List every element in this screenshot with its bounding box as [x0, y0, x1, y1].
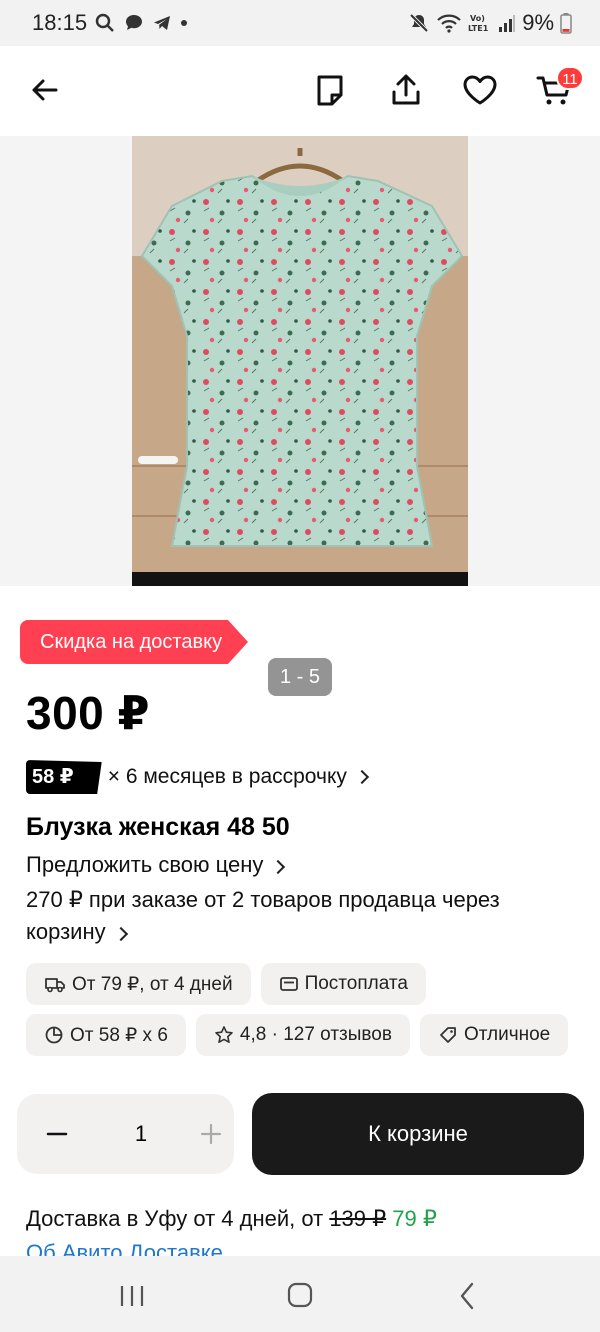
share-icon[interactable] [386, 70, 426, 110]
info-chips-row-1: От 79 ₽, от 4 дней Постоплата [26, 963, 586, 1005]
product-title: Блузка женская 48 50 [26, 813, 290, 841]
discount-tag: Скидка на доставку [20, 620, 248, 664]
product-photo[interactable] [132, 136, 468, 586]
chat-bubble-icon [126, 15, 142, 30]
battery-icon [560, 13, 572, 34]
rating-chip[interactable]: 4,8 · 127 отзывов [195, 1014, 410, 1056]
postpay-chip[interactable]: Постоплата [260, 963, 426, 1005]
system-nav-bar [0, 1256, 600, 1332]
offer-price-label: Предложить свою цену [26, 852, 264, 877]
status-bar: 18:15 Vo) LTE1 9% [0, 0, 600, 46]
svg-text:Vo): Vo) [470, 14, 485, 23]
delivery-chip[interactable]: От 79 ₽, от 4 дней [26, 963, 251, 1005]
delivery-text: Доставка в Уфу от 4 дней, от [26, 1206, 324, 1231]
app-bar [0, 46, 600, 136]
delivery-new-price: 79 ₽ [392, 1206, 437, 1231]
search-icon [95, 13, 114, 32]
avito-watermark: Avito [380, 686, 432, 708]
cart-count-badge: 11 [556, 66, 584, 90]
telegram-icon [154, 16, 170, 30]
volte-lte-icon: Vo)LTE1 [468, 14, 489, 33]
status-time: 18:15 [32, 10, 88, 35]
star-icon [215, 1026, 233, 1043]
chevron-right-icon [354, 769, 369, 785]
blouse-illustration [132, 136, 468, 586]
rating-chip-label: 4,8 · 127 отзывов [239, 1024, 392, 1045]
installment-chip-label: От 58 ₽ x 6 [70, 1024, 168, 1046]
battery-percent: 9% [522, 10, 554, 35]
installment-clock-icon [45, 1026, 63, 1044]
quantity-stepper: 1 [17, 1094, 234, 1174]
signal-icon [499, 15, 516, 32]
recent-apps-icon[interactable] [112, 1278, 152, 1314]
delivery-chip-label: От 79 ₽, от 4 дней [72, 973, 233, 995]
info-chips-row-2: От 58 ₽ x 6 4,8 · 127 отзывов Отличное [26, 1014, 586, 1056]
heart-icon[interactable] [460, 70, 500, 110]
condition-chip-label: Отличное [463, 1024, 551, 1045]
postpay-chip-label: Постоплата [304, 973, 408, 994]
arrow-back-icon[interactable] [24, 70, 64, 110]
back-nav-icon[interactable] [448, 1278, 488, 1314]
bulk-text-line1: 270 ₽ при заказе от 2 товаров продавца ч… [26, 887, 500, 912]
quantity-value: 1 [134, 1121, 148, 1146]
delivery-old-price: 139 ₽ [329, 1206, 387, 1231]
offer-price-link[interactable]: Предложить свою цену [26, 852, 286, 878]
wallet-icon [279, 977, 298, 991]
chevron-right-icon [113, 926, 128, 942]
product-price: 300 ₽ [26, 687, 151, 739]
delivery-info: Доставка в Уфу от 4 дней, от 139 ₽ 79 ₽ [26, 1206, 437, 1232]
installment-amount: 58 ₽ [26, 760, 102, 794]
installment-chip[interactable]: От 58 ₽ x 6 [26, 1014, 186, 1056]
add-to-cart-button[interactable]: К корзине [252, 1093, 584, 1175]
installment-text: × 6 месяцев в рассрочку [107, 765, 347, 788]
product-gallery[interactable]: 1 - 5 Avito [0, 136, 600, 708]
minus-icon[interactable] [45, 1122, 69, 1146]
bulk-discount-link[interactable]: 270 ₽ при заказе от 2 товаров продавца ч… [26, 884, 574, 948]
svg-text:LTE1: LTE1 [468, 24, 489, 33]
condition-chip[interactable]: Отличное [419, 1014, 569, 1056]
wifi-icon [437, 14, 461, 33]
chevron-right-icon [271, 859, 286, 875]
installment-row[interactable]: 58 ₽ × 6 месяцев в рассрочку [26, 760, 369, 794]
note-icon[interactable] [310, 70, 350, 110]
photo-counter: 1 - 5 [268, 658, 332, 696]
plus-icon[interactable] [199, 1122, 223, 1146]
bulk-text-line2: корзину [26, 919, 106, 944]
tag-icon [440, 1027, 456, 1043]
mute-icon [409, 13, 429, 33]
home-icon[interactable] [280, 1278, 320, 1314]
dot-icon [181, 20, 187, 26]
truck-icon [45, 978, 65, 993]
